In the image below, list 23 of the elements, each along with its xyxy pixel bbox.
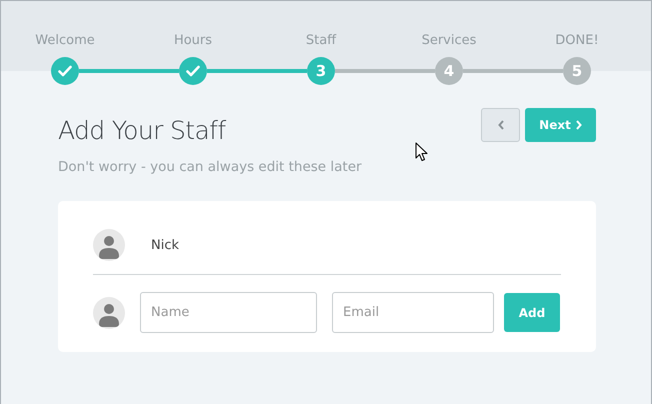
step-number: 4 (435, 57, 463, 85)
chevron-right-icon (576, 120, 582, 130)
step-number: 5 (563, 57, 591, 85)
name-field[interactable]: Name (140, 292, 317, 334)
email-field[interactable]: Email (332, 292, 494, 334)
mouse-cursor-icon (415, 142, 428, 162)
back-button[interactable] (481, 108, 520, 142)
add-button[interactable]: Add (504, 293, 560, 332)
avatar-icon (93, 296, 125, 329)
staff-name: Nick (151, 236, 180, 254)
step-label: Welcome (35, 33, 95, 49)
step-number: 3 (307, 57, 335, 85)
check-icon (186, 65, 200, 77)
avatar-icon (93, 229, 125, 262)
step-label: Hours (174, 33, 212, 49)
check-icon (58, 65, 72, 77)
page-subtitle: Don't worry - you can always edit these later (58, 158, 362, 177)
next-button[interactable]: Next (525, 108, 596, 142)
step-label: DONE! (555, 33, 599, 49)
page-title: Add Your Staff (58, 115, 228, 147)
step-label: Staff (306, 33, 336, 49)
step-label: Services (422, 33, 476, 49)
chevron-left-icon (498, 120, 504, 130)
